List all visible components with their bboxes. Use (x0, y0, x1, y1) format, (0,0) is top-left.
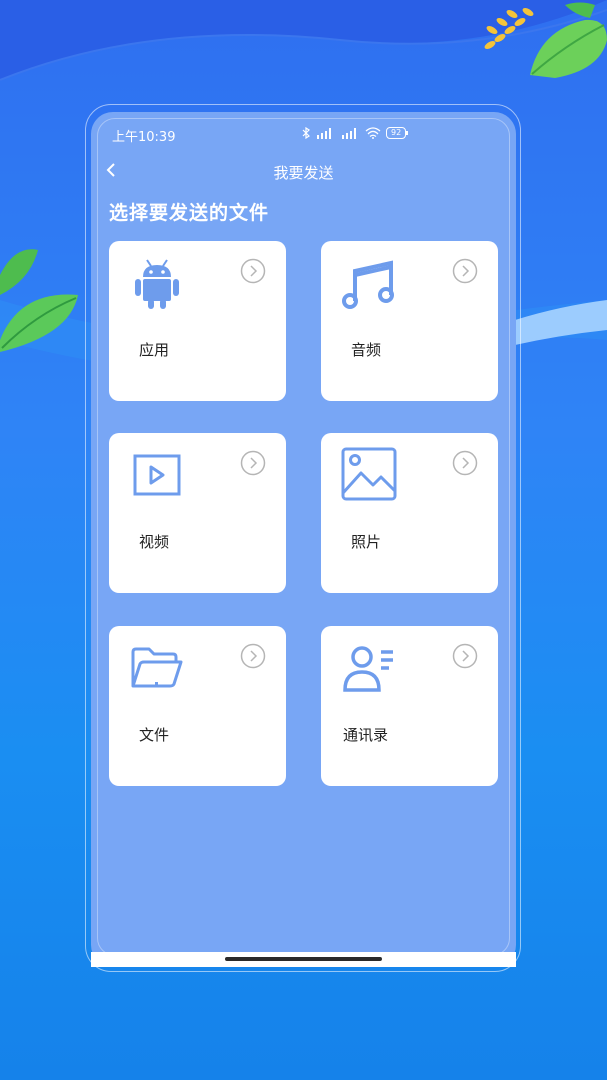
card-files[interactable]: 文件 (109, 626, 286, 786)
leaf-decoration-icon (0, 249, 78, 352)
android-icon (135, 259, 179, 309)
card-label: 通讯录 (343, 726, 389, 744)
battery-level: 92 (386, 127, 409, 139)
card-label: 照片 (351, 533, 382, 551)
chevron-right-circle-icon (452, 450, 478, 476)
chevron-right-circle-icon (240, 643, 266, 669)
card-label: 应用 (139, 341, 170, 359)
chevron-right-circle-icon (452, 643, 478, 669)
page-title: 我要发送 (273, 164, 334, 182)
music-note-icon (342, 260, 394, 309)
signal-icon (317, 128, 331, 139)
chevron-right-circle-icon (240, 258, 266, 284)
nav-bar: 我要发送 (91, 158, 516, 184)
wifi-icon (365, 127, 381, 139)
card-apps[interactable]: 应用 (109, 241, 286, 401)
contacts-icon (343, 646, 393, 692)
card-label: 文件 (139, 726, 170, 744)
image-icon (341, 447, 397, 501)
leaf-decoration-icon (484, 2, 607, 78)
card-label: 视频 (139, 533, 170, 551)
folder-icon (131, 647, 183, 688)
status-time: 上午10:39 (112, 130, 176, 145)
card-audio[interactable]: 音频 (321, 241, 498, 401)
card-photos[interactable]: 照片 (321, 433, 498, 593)
bluetooth-icon (302, 127, 310, 139)
chevron-right-circle-icon (452, 258, 478, 284)
card-label: 音频 (351, 341, 382, 359)
video-play-icon (133, 454, 181, 496)
section-heading: 选择要发送的文件 (109, 202, 270, 224)
chevron-right-circle-icon (240, 450, 266, 476)
home-indicator[interactable] (225, 957, 382, 961)
card-contacts[interactable]: 通讯录 (321, 626, 498, 786)
status-icons: 92 (302, 127, 409, 139)
status-bar: 上午10:39 92 (112, 126, 420, 145)
card-video[interactable]: 视频 (109, 433, 286, 593)
signal-icon (342, 128, 356, 139)
